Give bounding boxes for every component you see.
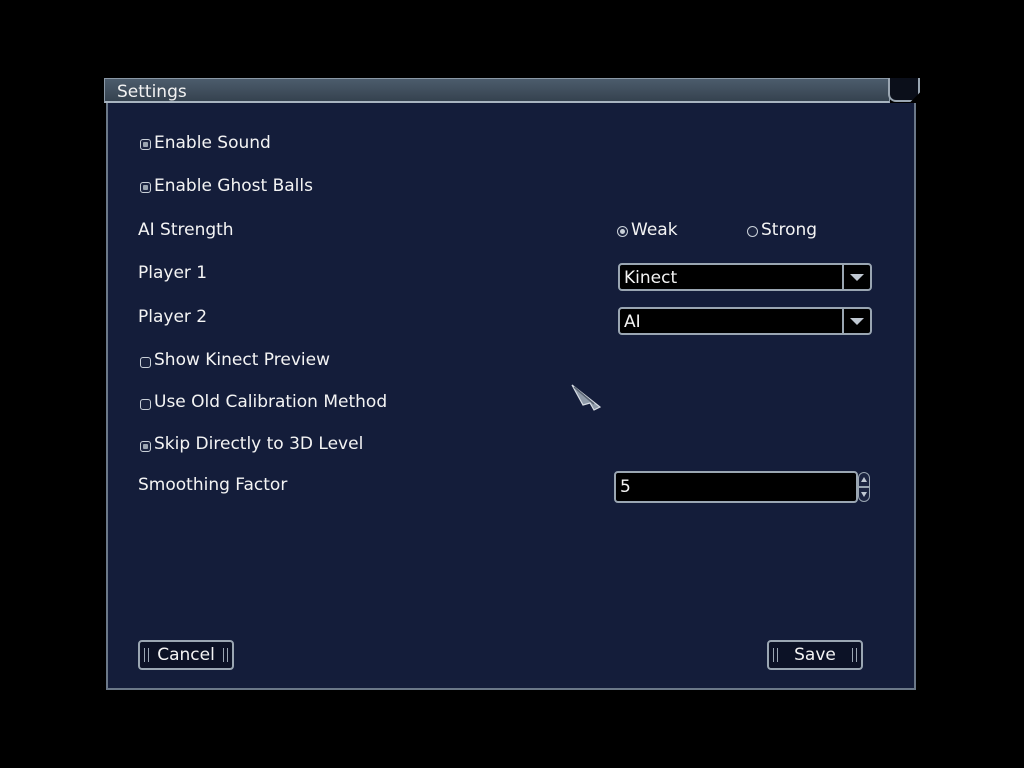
close-icon[interactable] — [888, 78, 920, 102]
player2-label: Player 2 — [138, 307, 208, 327]
strong-radio[interactable] — [747, 226, 758, 237]
weak-radio-label[interactable]: Weak — [631, 220, 678, 240]
arrow-cursor-icon — [571, 384, 602, 411]
skip-to-3d-checkbox[interactable] — [140, 441, 151, 452]
chevron-down-icon[interactable] — [842, 309, 870, 333]
spin-up-icon[interactable] — [858, 472, 870, 487]
player1-label: Player 1 — [138, 263, 208, 283]
smoothing-factor-input[interactable]: 5 — [614, 471, 858, 503]
enable-ghost-balls-checkbox[interactable] — [140, 182, 151, 193]
cancel-button[interactable]: Cancel — [138, 640, 234, 670]
weak-radio[interactable] — [617, 226, 628, 237]
player2-dropdown[interactable]: AI — [618, 307, 872, 335]
smoothing-factor-value: 5 — [620, 477, 631, 497]
save-button[interactable]: Save — [767, 640, 863, 670]
use-old-calibration-label[interactable]: Use Old Calibration Method — [154, 392, 387, 412]
strong-radio-label[interactable]: Strong — [761, 220, 817, 240]
use-old-calibration-checkbox[interactable] — [140, 399, 151, 410]
window-title: Settings — [117, 82, 187, 102]
enable-ghost-balls-label[interactable]: Enable Ghost Balls — [154, 176, 313, 196]
settings-window: Settings Enable Sound Enable Ghost Balls… — [104, 78, 920, 690]
title-bar[interactable]: Settings — [104, 78, 890, 103]
settings-panel: Enable Sound Enable Ghost Balls AI Stren… — [106, 103, 916, 690]
smoothing-factor-stepper[interactable] — [858, 472, 870, 502]
chevron-down-icon[interactable] — [842, 265, 870, 289]
enable-sound-checkbox[interactable] — [140, 139, 151, 150]
player1-dropdown[interactable]: Kinect — [618, 263, 872, 291]
player1-value: Kinect — [624, 268, 678, 288]
smoothing-factor-label: Smoothing Factor — [138, 475, 288, 495]
ai-strength-label: AI Strength — [138, 220, 234, 240]
spin-down-icon[interactable] — [858, 487, 870, 502]
enable-sound-label[interactable]: Enable Sound — [154, 133, 271, 153]
skip-to-3d-label[interactable]: Skip Directly to 3D Level — [154, 434, 363, 454]
show-kinect-preview-checkbox[interactable] — [140, 357, 151, 368]
show-kinect-preview-label[interactable]: Show Kinect Preview — [154, 350, 330, 370]
player2-value: AI — [624, 312, 641, 332]
